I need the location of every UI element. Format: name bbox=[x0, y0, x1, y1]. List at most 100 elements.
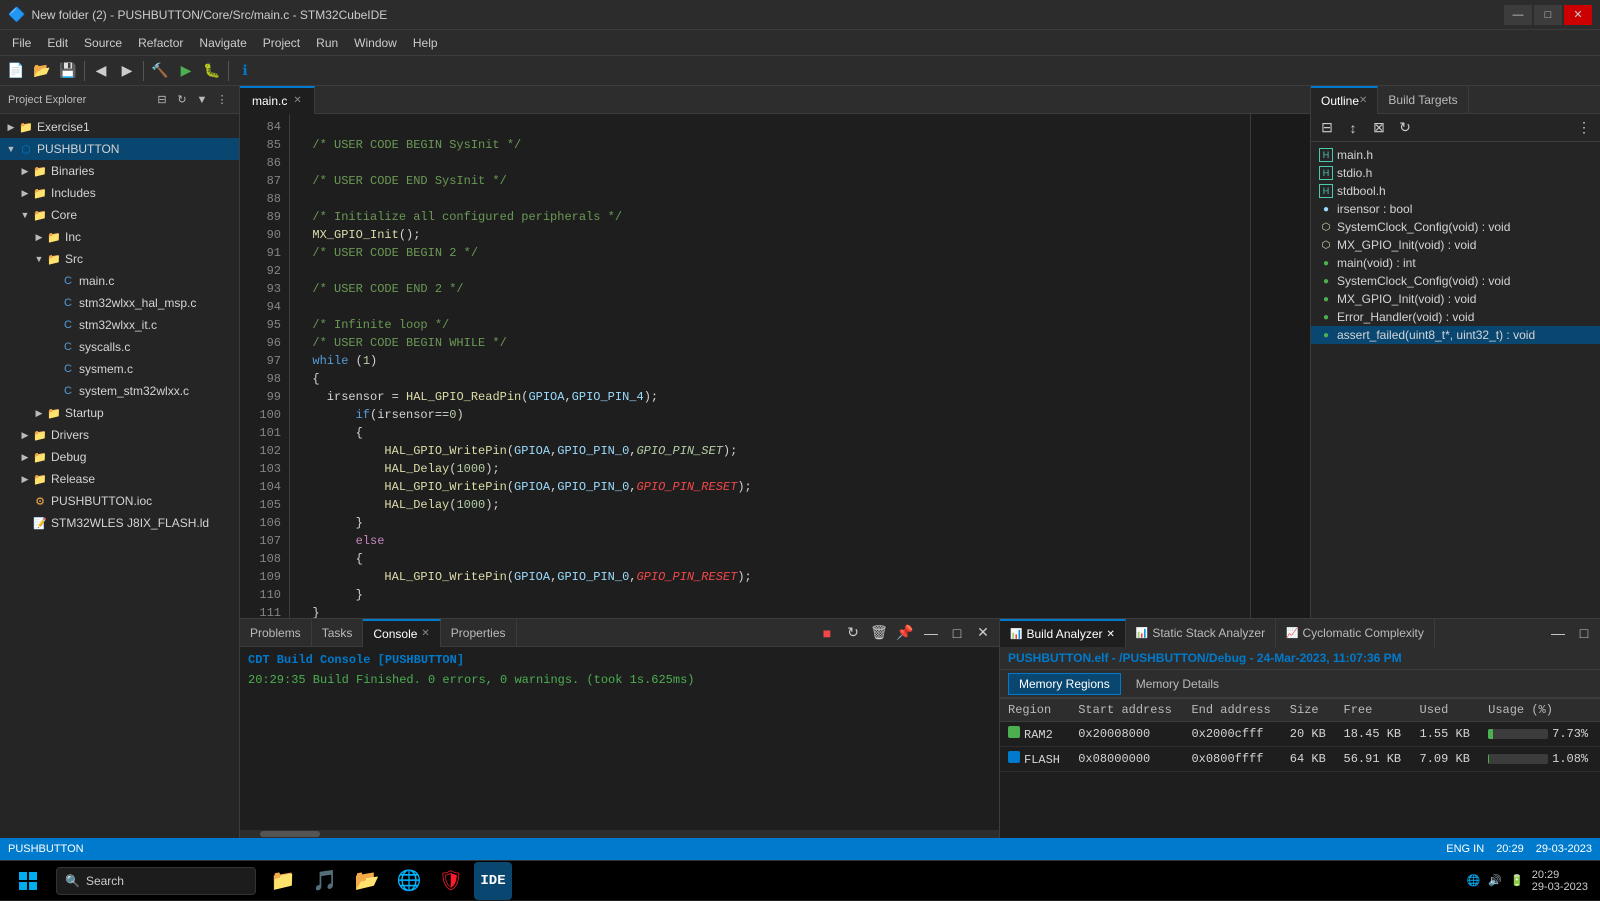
tree-item-binaries[interactable]: ▶ 📁 Binaries bbox=[0, 160, 239, 182]
toolbar-save[interactable]: 💾 bbox=[56, 59, 80, 83]
memory-row-ram2[interactable]: RAM2 0x20008000 0x2000cfff 20 KB 18.45 K… bbox=[1000, 722, 1600, 747]
outline-filter-btn[interactable]: ⊠ bbox=[1367, 116, 1391, 140]
tab-console[interactable]: Console ✕ bbox=[363, 619, 440, 647]
collapse-all-icon[interactable]: ⊟ bbox=[153, 91, 171, 109]
toolbar-open[interactable]: 📂 bbox=[30, 59, 54, 83]
maximize-button[interactable]: □ bbox=[1534, 5, 1562, 25]
toolbar-debug[interactable]: 🐛 bbox=[200, 59, 224, 83]
tab-static-stack[interactable]: 📊 Static Stack Analyzer bbox=[1126, 619, 1276, 647]
code-content[interactable]: /* USER CODE BEGIN SysInit */ /* USER CO… bbox=[290, 114, 1250, 618]
console-horizontal-scrollbar[interactable] bbox=[240, 830, 999, 838]
tree-arrow: ▶ bbox=[32, 408, 46, 419]
tree-item-syscalls[interactable]: ▶ C syscalls.c bbox=[0, 336, 239, 358]
analyzer-max-btn[interactable]: □ bbox=[1572, 621, 1596, 645]
outline-item-main-h[interactable]: H main.h bbox=[1311, 146, 1600, 164]
toolbar-back[interactable]: ◀ bbox=[89, 59, 113, 83]
outline-item-stdbool[interactable]: H stdbool.h bbox=[1311, 182, 1600, 200]
tree-item-stm32-msp[interactable]: ▶ C stm32wlxx_hal_msp.c bbox=[0, 292, 239, 314]
console-pin-btn[interactable]: 📌 bbox=[893, 621, 917, 645]
outline-item-error-handler[interactable]: ● Error_Handler(void) : void bbox=[1311, 308, 1600, 326]
tree-item-ioc[interactable]: ▶ ⚙ PUSHBUTTON.ioc bbox=[0, 490, 239, 512]
console-clear-btn[interactable]: 🗑 bbox=[867, 621, 891, 645]
tab-problems[interactable]: Problems bbox=[240, 619, 312, 647]
menu-help[interactable]: Help bbox=[405, 33, 446, 53]
tab-outline[interactable]: Outline ✕ bbox=[1311, 86, 1378, 114]
menu-window[interactable]: Window bbox=[346, 33, 405, 53]
memory-details-tab[interactable]: Memory Details bbox=[1125, 673, 1230, 695]
console-close-btn[interactable]: ✕ bbox=[971, 621, 995, 645]
console-max-btn[interactable]: □ bbox=[945, 621, 969, 645]
outline-item-mx-gpio[interactable]: ⬡ MX_GPIO_Init(void) : void bbox=[1311, 236, 1600, 254]
tree-item-main-c[interactable]: ▶ C main.c bbox=[0, 270, 239, 292]
console-tab-close-icon[interactable]: ✕ bbox=[421, 628, 429, 639]
menu-project[interactable]: Project bbox=[255, 33, 308, 53]
outline-sort-btn[interactable]: ↕ bbox=[1341, 116, 1365, 140]
toolbar-info[interactable]: ℹ bbox=[233, 59, 257, 83]
tab-build-targets[interactable]: Build Targets bbox=[1378, 86, 1468, 114]
memory-regions-tab[interactable]: Memory Regions bbox=[1008, 673, 1121, 695]
toolbar-new[interactable]: 📄 bbox=[4, 59, 28, 83]
tree-item-system-stm[interactable]: ▶ C system_stm32wlxx.c bbox=[0, 380, 239, 402]
start-button[interactable] bbox=[4, 861, 52, 901]
tab-close-icon[interactable]: ✕ bbox=[293, 95, 301, 106]
tab-main-c[interactable]: main.c ✕ bbox=[240, 86, 315, 114]
menu-refactor[interactable]: Refactor bbox=[130, 33, 191, 53]
sidebar-menu-icon[interactable]: ⋮ bbox=[213, 91, 231, 109]
sync-icon[interactable]: ↻ bbox=[173, 91, 191, 109]
tree-item-sysmem[interactable]: ▶ C sysmem.c bbox=[0, 358, 239, 380]
used-cell: 1.55 KB bbox=[1412, 722, 1481, 747]
taskbar-opera-btn[interactable]: 🛡 bbox=[432, 862, 470, 900]
toolbar-build[interactable]: 🔨 bbox=[148, 59, 172, 83]
tree-item-core[interactable]: ▼ 📁 Core bbox=[0, 204, 239, 226]
toolbar-forward[interactable]: ▶ bbox=[115, 59, 139, 83]
outline-sync-btn[interactable]: ↻ bbox=[1393, 116, 1417, 140]
tab-cyclomatic[interactable]: 📈 Cyclomatic Complexity bbox=[1276, 619, 1435, 647]
console-rerun-btn[interactable]: ↻ bbox=[841, 621, 865, 645]
outline-item-stdio[interactable]: H stdio.h bbox=[1311, 164, 1600, 182]
tree-item-flash-ld[interactable]: ▶ 📝 STM32WLES J8IX_FLASH.ld bbox=[0, 512, 239, 534]
tree-item-src[interactable]: ▼ 📁 Src bbox=[0, 248, 239, 270]
filter-icon[interactable]: ▼ bbox=[193, 91, 211, 109]
tree-item-drivers[interactable]: ▶ 📁 Drivers bbox=[0, 424, 239, 446]
taskbar-chrome-btn[interactable]: 🌐 bbox=[390, 862, 428, 900]
menu-navigate[interactable]: Navigate bbox=[191, 33, 254, 53]
memory-row-flash[interactable]: FLASH 0x08000000 0x0800ffff 64 KB 56.91 … bbox=[1000, 747, 1600, 772]
outline-item-systemclock[interactable]: ⬡ SystemClock_Config(void) : void bbox=[1311, 218, 1600, 236]
outline-collapse-btn[interactable]: ⊟ bbox=[1315, 116, 1339, 140]
tree-item-debug[interactable]: ▶ 📁 Debug bbox=[0, 446, 239, 468]
menu-run[interactable]: Run bbox=[308, 33, 346, 53]
tree-item-includes[interactable]: ▶ 📁 Includes bbox=[0, 182, 239, 204]
console-terminate-btn[interactable]: ■ bbox=[815, 621, 839, 645]
tree-item-startup[interactable]: ▶ 📁 Startup bbox=[0, 402, 239, 424]
tree-item-stm32-it[interactable]: ▶ C stm32wlxx_it.c bbox=[0, 314, 239, 336]
menu-file[interactable]: File bbox=[4, 33, 39, 53]
tree-item-exercise1[interactable]: ▶ 📁 Exercise1 bbox=[0, 116, 239, 138]
toolbar-run[interactable]: ▶ bbox=[174, 59, 198, 83]
outline-item-sysclock-impl[interactable]: ● SystemClock_Config(void) : void bbox=[1311, 272, 1600, 290]
build-analyzer-close-icon[interactable]: ✕ bbox=[1107, 629, 1115, 640]
outline-menu-btn[interactable]: ⋮ bbox=[1572, 116, 1596, 140]
outline-item-assert-failed[interactable]: ● assert_failed(uint8_t*, uint32_t) : vo… bbox=[1311, 326, 1600, 344]
tab-properties[interactable]: Properties bbox=[441, 619, 517, 647]
menu-edit[interactable]: Edit bbox=[39, 33, 76, 53]
tree-item-release[interactable]: ▶ 📁 Release bbox=[0, 468, 239, 490]
close-button[interactable]: ✕ bbox=[1564, 5, 1592, 25]
tab-build-analyzer[interactable]: 📊 Build Analyzer ✕ bbox=[1000, 619, 1126, 647]
analyzer-min-btn[interactable]: — bbox=[1546, 621, 1570, 645]
tree-item-inc[interactable]: ▶ 📁 Inc bbox=[0, 226, 239, 248]
tree-item-pushbutton[interactable]: ▼ ⬡ PUSHBUTTON bbox=[0, 138, 239, 160]
outline-item-irsensor[interactable]: ● irsensor : bool bbox=[1311, 200, 1600, 218]
menu-source[interactable]: Source bbox=[76, 33, 130, 53]
taskbar-spotify-btn[interactable]: 🎵 bbox=[306, 862, 344, 900]
outline-item-mx-gpio-impl[interactable]: ● MX_GPIO_Init(void) : void bbox=[1311, 290, 1600, 308]
minimize-button[interactable]: — bbox=[1504, 5, 1532, 25]
outline-item-main[interactable]: ● main(void) : int bbox=[1311, 254, 1600, 272]
taskbar-explorer-btn[interactable]: 📁 bbox=[264, 862, 302, 900]
taskbar-search-box[interactable]: 🔍 Search bbox=[56, 867, 256, 895]
console-min-btn[interactable]: — bbox=[919, 621, 943, 645]
taskbar-ide-btn[interactable]: IDE bbox=[474, 862, 512, 900]
outline-close-icon[interactable]: ✕ bbox=[1359, 95, 1367, 106]
taskbar-folder-btn[interactable]: 📂 bbox=[348, 862, 386, 900]
folder-icon: 📁 bbox=[32, 207, 48, 223]
tab-tasks[interactable]: Tasks bbox=[312, 619, 364, 647]
